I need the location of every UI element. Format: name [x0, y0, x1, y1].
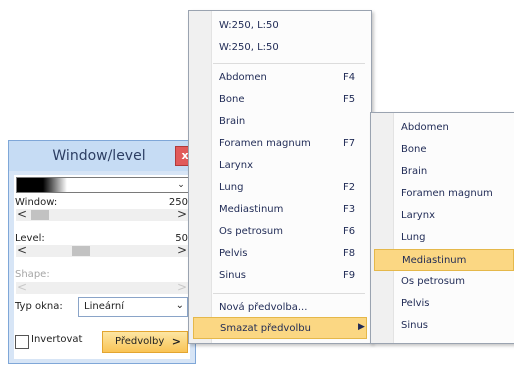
grayscale-gradient-preview[interactable]: [16, 177, 176, 193]
menu-item-label: Brain: [219, 116, 246, 127]
shape-slider: < >: [16, 280, 188, 294]
menu-separator: [213, 293, 365, 294]
menu-item-delete-preset[interactable]: Smazat předvolbu ▶: [193, 317, 367, 339]
menu-item-brain[interactable]: Brain: [189, 111, 369, 133]
menu-item-mediastinum[interactable]: Mediastinum F3: [189, 199, 369, 221]
level-slider-left-arrow[interactable]: <: [16, 243, 28, 257]
menu-item-bone[interactable]: Bone F5: [189, 89, 369, 111]
menu-item-shortcut: F6: [343, 226, 356, 237]
menu-item-abdomen[interactable]: Abdomen F4: [189, 67, 369, 89]
submenu-item-label: Mediastinum: [402, 255, 467, 266]
presets-menu: W:250, L:50 W:250, L:50 Abdomen F4 Bone …: [188, 10, 372, 344]
gradient-dropdown-button[interactable]: ⌄: [174, 177, 189, 193]
menu-item-label: Smazat předvolbu: [220, 323, 311, 334]
menu-item-shortcut: F2: [343, 182, 356, 193]
submenu-arrow-icon: ▶: [358, 322, 365, 332]
menu-item-shortcut: F9: [343, 270, 356, 281]
chevron-down-icon: ⌄: [175, 300, 184, 311]
window-level-panel: Window/level x ⌄ Window: 250 < > Level: …: [8, 140, 196, 364]
shape-slider-left-arrow: <: [16, 280, 28, 294]
menu-item-label: Foramen magnum: [219, 138, 311, 149]
invert-checkbox[interactable]: [15, 335, 29, 349]
submenu-item-foramen-magnum[interactable]: Foramen magnum: [371, 183, 514, 205]
menu-item-shortcut: F5: [343, 94, 356, 105]
window-slider-thumb[interactable]: [31, 210, 49, 220]
presets-button[interactable]: Předvolby >: [102, 331, 188, 353]
window-type-select[interactable]: Lineární ⌄: [78, 297, 188, 317]
delete-preset-submenu: Abdomen Bone Brain Foramen magnum Larynx…: [370, 112, 514, 344]
menu-item-label: Nová předvolba...: [219, 302, 308, 313]
window-slider-right-arrow[interactable]: >: [176, 207, 188, 221]
panel-title: Window/level: [52, 148, 146, 164]
shape-slider-right-arrow: >: [176, 280, 188, 294]
chevron-right-icon: >: [171, 335, 181, 348]
menu-separator: [213, 63, 365, 64]
level-slider-right-arrow[interactable]: >: [176, 243, 188, 257]
menu-item-foramen-magnum[interactable]: Foramen magnum F7: [189, 133, 369, 155]
menu-item-label: Sinus: [219, 270, 247, 281]
menu-item-label: Lung: [219, 182, 244, 193]
menu-item-os-petrosum[interactable]: Os petrosum F6: [189, 221, 369, 243]
submenu-item-sinus[interactable]: Sinus: [371, 315, 514, 337]
submenu-item-lung[interactable]: Lung: [371, 227, 514, 249]
menu-item-pelvis[interactable]: Pelvis F8: [189, 243, 369, 265]
window-slider[interactable]: < >: [16, 207, 188, 221]
submenu-item-mediastinum[interactable]: Mediastinum: [374, 249, 514, 271]
panel-titlebar[interactable]: Window/level x: [9, 141, 195, 171]
panel-body: ⌄ Window: 250 < > Level: 50 < > Shape: <…: [14, 175, 190, 359]
menu-item-new-preset[interactable]: Nová předvolba...: [189, 297, 369, 319]
menu-item-label: Mediastinum: [219, 204, 284, 215]
menu-item-label: W:250, L:50: [219, 20, 279, 31]
submenu-item-label: Sinus: [401, 320, 429, 331]
presets-button-label: Předvolby: [115, 336, 165, 347]
invert-label[interactable]: Invertovat: [31, 334, 82, 345]
menu-item-lung[interactable]: Lung F2: [189, 177, 369, 199]
submenu-item-os-petrosum[interactable]: Os petrosum: [371, 271, 514, 293]
menu-item-sinus[interactable]: Sinus F9: [189, 265, 369, 287]
window-slider-left-arrow[interactable]: <: [16, 207, 28, 221]
level-slider[interactable]: < >: [16, 243, 188, 257]
submenu-item-label: Bone: [401, 144, 427, 155]
submenu-item-label: Foramen magnum: [401, 188, 493, 199]
menu-item-current-1[interactable]: W:250, L:50: [189, 15, 369, 37]
shape-label: Shape:: [15, 269, 50, 280]
submenu-item-label: Pelvis: [401, 298, 430, 309]
menu-item-label: Os petrosum: [219, 226, 283, 237]
submenu-item-larynx[interactable]: Larynx: [371, 205, 514, 227]
menu-item-shortcut: F8: [343, 248, 356, 259]
menu-item-label: Bone: [219, 94, 245, 105]
menu-item-label: Larynx: [219, 160, 253, 171]
menu-item-larynx[interactable]: Larynx: [189, 155, 369, 177]
submenu-item-label: Abdomen: [401, 122, 449, 133]
menu-item-current-2[interactable]: W:250, L:50: [189, 37, 369, 59]
window-type-label: Typ okna:: [15, 301, 63, 312]
window-type-value: Lineární: [84, 301, 125, 312]
menu-item-shortcut: F3: [343, 204, 356, 215]
level-slider-thumb[interactable]: [72, 246, 90, 256]
menu-item-shortcut: F7: [343, 138, 356, 149]
submenu-item-abdomen[interactable]: Abdomen: [371, 117, 514, 139]
submenu-item-pelvis[interactable]: Pelvis: [371, 293, 514, 315]
menu-item-label: Abdomen: [219, 72, 267, 83]
menu-item-label: Pelvis: [219, 248, 248, 259]
submenu-item-brain[interactable]: Brain: [371, 161, 514, 183]
submenu-item-label: Lung: [401, 232, 426, 243]
menu-item-shortcut: F4: [343, 72, 356, 83]
submenu-item-bone[interactable]: Bone: [371, 139, 514, 161]
submenu-item-label: Os petrosum: [401, 276, 465, 287]
menu-item-label: W:250, L:50: [219, 42, 279, 53]
submenu-item-label: Larynx: [401, 210, 435, 221]
submenu-item-label: Brain: [401, 166, 428, 177]
